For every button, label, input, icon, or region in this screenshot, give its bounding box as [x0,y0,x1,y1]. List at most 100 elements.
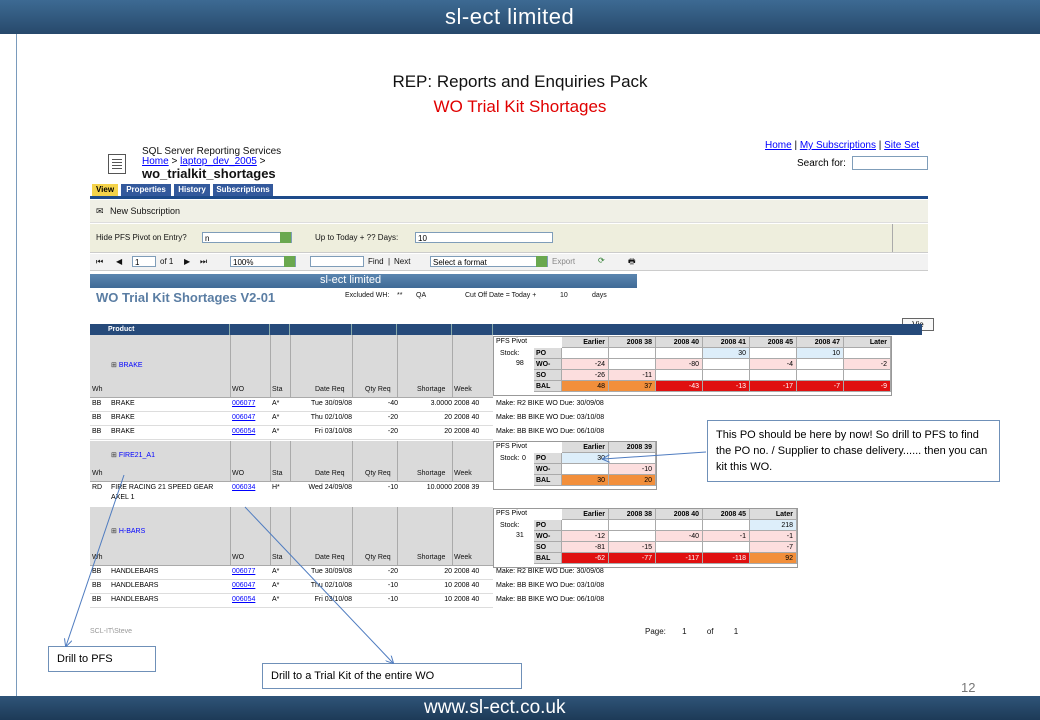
footer-page-info: Page: 1 of 1 [645,627,738,636]
site-settings-link[interactable]: Site Set [884,140,919,151]
pivot-cell-wo: -2 [844,359,891,370]
product-header: Product [90,324,230,335]
cell-date: Fri 03/10/08 [314,596,352,603]
grid-divider [397,441,398,481]
find-link[interactable]: Find [368,257,384,266]
chevron-down-icon[interactable] [284,256,295,267]
group-expand-link[interactable]: BRAKE [111,361,143,369]
search-input[interactable] [852,156,928,170]
pivot-cell-wo: -10 [609,464,656,475]
cell-prod: HANDLEBARS [111,582,159,589]
home-link[interactable]: Home [765,140,792,151]
report-name: wo_trialkit_shortages [142,166,276,181]
tab-view[interactable]: View [92,184,118,196]
report-title: WO Trial Kit Shortages V2-01 [96,290,276,305]
refresh-icon[interactable]: ⟳ [598,256,605,265]
cell-week: 2008 39 [454,484,480,491]
column-header-wo: WO [232,386,245,393]
pivot-stock-value: 0 [522,455,526,462]
pivot-cell-bal: 20 [609,475,656,486]
cell-short: 20 [444,568,452,575]
pivot-col-header: 2008 40 [656,337,703,348]
print-icon[interactable]: 🖶 [628,256,636,270]
column-header-date: Date Req [315,470,345,477]
pivot-cell-bal: 92 [750,553,797,564]
cell-short: 20 [444,428,452,435]
params-divider [892,224,893,252]
tab-subscriptions[interactable]: Subscriptions [213,184,273,196]
header-bar: sl-ect limited [0,0,1040,34]
make-info: Make: BB BIKE WO Due: 06/10/08 [496,596,605,603]
days-input[interactable]: 10 [415,232,553,243]
column-header-short: Shortage [417,470,446,477]
pivot-col-header: 2008 47 [797,337,844,348]
cell-wh: RD [92,484,103,491]
group-expand-link[interactable]: H-BARS [111,527,145,535]
grid-divider [352,441,353,481]
pivot-cell-wo: -24 [562,359,609,370]
table-row: BB BRAKE 006047 A* Thu 02/10/08 -20 20 2008 40 [90,412,493,426]
cell-date: Wed 24/09/08 [308,484,352,491]
group-expand-link[interactable]: FIRE21_A1 [111,451,155,459]
hide-pivot-select[interactable]: n [202,232,292,243]
pivot-cell-po [609,520,656,531]
cell-date: Thu 02/10/08 [310,414,352,421]
pivot-cell-bal: -7 [797,381,844,392]
column-header-short: Shortage [417,386,446,393]
pivot-cell-bal: -77 [609,553,656,564]
column-header-wh: Wh [92,554,103,561]
wo-link[interactable]: 006054 [232,428,255,435]
pivot-col-header: 2008 41 [703,337,750,348]
pivot-cell-wo [703,359,750,370]
column-header-week: Week [454,386,472,393]
next-link[interactable]: Next [394,257,410,266]
pivot-cell-po: 30 [703,348,750,359]
column-header-qty: Qty Req [365,470,391,477]
pivot-cell-po [656,348,703,359]
prev-page-icon[interactable]: ◀ [116,257,122,266]
pivot-col-header: 2008 39 [609,442,656,453]
cell-qty: -10 [387,582,398,589]
cell-date: Fri 03/10/08 [314,428,352,435]
cell-sta: A* [272,414,280,421]
wo-link[interactable]: 006047 [232,582,255,589]
grid-divider [270,335,271,397]
pivot-cell-po [609,348,656,359]
export-format-select[interactable]: Select a format [430,256,548,267]
pivot-cell-bal: 48 [562,381,609,392]
my-subscriptions-link[interactable]: My Subscriptions [800,140,876,151]
header-cell [352,324,397,335]
pivot-stock-label: Stock: [500,522,520,529]
next-page-icon[interactable]: ▶ [184,257,190,266]
export-link[interactable]: Export [552,257,575,266]
page-number-input[interactable]: 1 [132,256,156,267]
brand-logo-text: sl-ect limited [445,4,575,29]
pivot-cell-po [562,348,609,359]
po-callout: This PO should be here by now! So drill … [707,420,1000,482]
cell-short: 10 [444,596,452,603]
last-page-icon[interactable]: ⏭ [200,257,207,267]
new-subscription-link[interactable]: New Subscription [110,206,180,216]
pivot-cell-po: 218 [750,520,797,531]
chevron-down-icon[interactable] [536,256,547,267]
footer-page-number: 1 [682,627,687,636]
tab-properties[interactable]: Properties [121,184,171,196]
tab-history[interactable]: History [174,184,210,196]
pivot-cell-wo [609,531,656,542]
wo-link[interactable]: 006077 [232,568,255,575]
cell-wh: BB [92,582,102,589]
cell-prod: HANDLEBARS [111,596,159,603]
find-input[interactable] [310,256,364,267]
chevron-down-icon[interactable] [280,232,291,243]
pivot-row-label: PO [534,453,562,464]
pivot-title: PFS Pivot [496,443,528,450]
make-info: Make: R2 BIKE WO Due: 30/09/08 [496,400,604,407]
wo-link[interactable]: 006047 [232,414,255,421]
wo-link[interactable]: 006054 [232,596,255,603]
header-cell [452,324,493,335]
cell-prod: FIRE RACING 21 SPEED GEAR [111,484,214,491]
wo-link[interactable]: 006034 [232,484,255,491]
wo-link[interactable]: 006077 [232,400,255,407]
first-page-icon[interactable]: ⏮ [96,257,103,267]
pivot-cell-wo [797,359,844,370]
